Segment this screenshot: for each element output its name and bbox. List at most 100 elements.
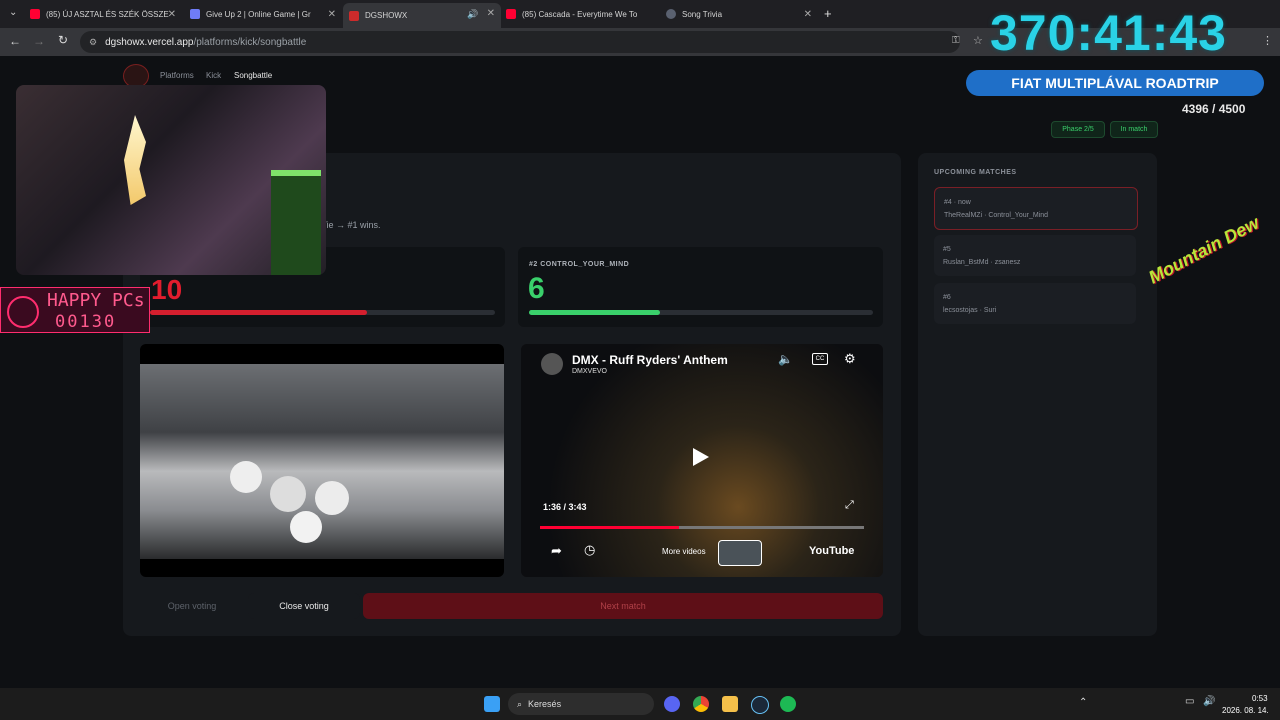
clock-time[interactable]: 0:53 xyxy=(1252,694,1268,703)
drum-kit xyxy=(230,456,380,551)
vote-count: 6 xyxy=(528,272,545,305)
nav-songbattle[interactable]: Songbattle xyxy=(234,71,272,80)
video-time: 1:36 / 3:43 xyxy=(543,502,587,512)
happy-pcs-logo xyxy=(7,296,39,328)
tab-title: (85) Cascada - Everytime We To xyxy=(522,9,638,19)
tab-list-chevron-icon[interactable]: ⌄ xyxy=(9,7,17,18)
match-number: #6 xyxy=(943,294,951,301)
nav-platforms[interactable]: Platforms xyxy=(160,71,194,80)
tab-title: Song Trivia xyxy=(682,9,723,19)
channel-avatar[interactable] xyxy=(541,353,563,375)
tab-give-up[interactable]: Give Up 2 | Online Game | Gr ✕ xyxy=(190,4,340,24)
back-icon[interactable]: ← xyxy=(9,34,21,48)
forward-icon[interactable]: → xyxy=(33,34,45,48)
vote-progress-fill xyxy=(529,310,660,315)
next-match-button[interactable]: Next match xyxy=(363,593,883,619)
watch-later-icon[interactable]: ◷ xyxy=(584,542,595,558)
bookmark-star-icon[interactable]: ☆ xyxy=(973,34,983,47)
reload-icon[interactable]: ↻ xyxy=(58,33,68,47)
channel-name[interactable]: DMXVEVO xyxy=(572,368,607,375)
new-tab-icon[interactable]: + xyxy=(824,6,832,21)
play-button[interactable] xyxy=(693,448,709,466)
vote-progress-track xyxy=(150,310,495,315)
match-number: #5 xyxy=(943,246,951,253)
chrome-icon[interactable] xyxy=(693,696,709,712)
spotify-icon[interactable] xyxy=(780,696,796,712)
phase-badge: Phase 2/5 xyxy=(1051,121,1105,138)
volume-tray-icon[interactable]: 🔊 xyxy=(1203,696,1215,707)
dgshowx-icon xyxy=(349,10,359,21)
more-videos-thumbnail[interactable] xyxy=(718,540,762,566)
youtube-logo[interactable]: YouTube xyxy=(809,545,854,557)
status-badge: In match xyxy=(1110,121,1158,138)
youtube-icon xyxy=(506,9,516,19)
captions-icon[interactable]: CC xyxy=(812,353,828,365)
speaker-icon[interactable]: 🔊 xyxy=(467,9,478,20)
volume-icon[interactable]: 🔈 xyxy=(778,352,793,366)
globe-icon xyxy=(666,9,676,19)
webcam-overlay xyxy=(16,85,326,275)
seek-bar[interactable] xyxy=(540,526,864,529)
close-tab-icon[interactable]: ✕ xyxy=(168,9,176,20)
address-bar[interactable]: ⚙ dgshowx.vercel.app/platforms/kick/song… xyxy=(80,31,960,53)
tray-chevron-icon[interactable]: ⌃ xyxy=(1079,697,1087,708)
youtube-icon xyxy=(30,9,40,19)
wifi-icon[interactable]: ▭ xyxy=(1185,696,1194,707)
happy-pcs-title: HAPPY PCs xyxy=(47,290,145,311)
search-icon: ⌕ xyxy=(517,698,523,709)
upcoming-title: UPCOMING MATCHES xyxy=(934,169,1017,176)
url-path: /platforms/kick/songbattle xyxy=(193,36,307,48)
tab-title: DGSHOWX xyxy=(365,11,408,20)
upcoming-match[interactable]: #5 Ruslan_BstMd · zsanesz xyxy=(934,235,1136,276)
roadtrip-banner: FIAT MULTIPLÁVAL ROADTRIP xyxy=(966,70,1264,96)
tab-song-trivia[interactable]: Song Trivia ✕ xyxy=(666,4,816,24)
site-info-icon[interactable]: ⚙ xyxy=(89,37,97,48)
clock-date[interactable]: 2026. 08. 14. xyxy=(1222,706,1269,715)
share-icon[interactable]: ➦ xyxy=(551,543,562,559)
windows-taskbar: ⌕ Keresés ⌃ ▭ 🔊 0:53 2026. 08. 14. xyxy=(0,688,1280,720)
fullscreen-icon[interactable]: ⤢ xyxy=(845,499,854,512)
match-players: lecsostojas · Suri xyxy=(943,307,997,314)
match-players: TheRealMZi · Control_Your_Mind xyxy=(944,212,1049,219)
key-icon[interactable]: ⚿ xyxy=(952,35,960,46)
taskbar-search[interactable]: ⌕ Keresés xyxy=(508,693,654,715)
file-explorer-icon[interactable] xyxy=(722,696,738,712)
close-tab-icon[interactable]: ✕ xyxy=(487,8,495,19)
video-player-1[interactable] xyxy=(140,344,504,577)
url-host: dgshowx.vercel.app xyxy=(105,36,194,48)
discord-icon[interactable] xyxy=(664,696,680,712)
search-label: Keresés xyxy=(528,699,562,709)
upcoming-match[interactable]: #6 lecsostojas · Suri xyxy=(934,283,1136,324)
youtube-player[interactable]: DMX - Ruff Ryders' Anthem DMXVEVO 🔈 CC ⚙… xyxy=(521,344,883,577)
open-voting-button[interactable]: Open voting xyxy=(156,593,228,619)
contestant-card-2: #2 CONTROL_YOUR_MIND 6 xyxy=(518,247,883,327)
tab-youtube-1[interactable]: (85) ÚJ ASZTAL ÉS SZÉK ÖSSZE ✕ xyxy=(30,4,180,24)
game-icon xyxy=(190,9,200,19)
close-voting-button[interactable]: Close voting xyxy=(248,593,360,619)
vote-progress-track xyxy=(529,310,873,315)
menu-icon[interactable]: ⋮ xyxy=(1262,34,1273,47)
contestant-title: #2 CONTROL_YOUR_MIND xyxy=(529,261,630,268)
stream-timer: 370:41:43 xyxy=(990,5,1227,61)
steam-icon[interactable] xyxy=(751,696,769,714)
vote-progress-fill xyxy=(150,310,368,315)
lamp-shape xyxy=(124,115,146,205)
upcoming-match-current[interactable]: #4 · now TheRealMZi · Control_Your_Mind xyxy=(934,187,1138,230)
nav-kick[interactable]: Kick xyxy=(206,71,221,80)
video-title[interactable]: DMX - Ruff Ryders' Anthem xyxy=(572,353,728,367)
goal-counter: 4396 / 4500 xyxy=(1182,102,1246,116)
left-vote-count: 10 xyxy=(151,274,183,305)
tab-cascada[interactable]: (85) Cascada - Everytime We To xyxy=(506,4,656,24)
settings-gear-icon[interactable]: ⚙ xyxy=(844,351,856,367)
windows-start-icon[interactable] xyxy=(484,696,500,712)
close-tab-icon[interactable]: ✕ xyxy=(804,9,812,20)
seek-progress xyxy=(540,526,680,529)
tab-dgshowx[interactable]: DGSHOWX 🔊 ✕ xyxy=(343,3,501,28)
match-players: Ruslan_BstMd · zsanesz xyxy=(943,259,1021,266)
more-videos-label[interactable]: More videos xyxy=(662,547,706,556)
upcoming-matches-panel: UPCOMING MATCHES #4 · now TheRealMZi · C… xyxy=(918,153,1157,636)
close-tab-icon[interactable]: ✕ xyxy=(328,9,336,20)
arcade-cabinet xyxy=(271,170,321,275)
tab-title: (85) ÚJ ASZTAL ÉS SZÉK ÖSSZE xyxy=(46,9,169,19)
happy-pcs-count: 00130 xyxy=(55,312,117,332)
